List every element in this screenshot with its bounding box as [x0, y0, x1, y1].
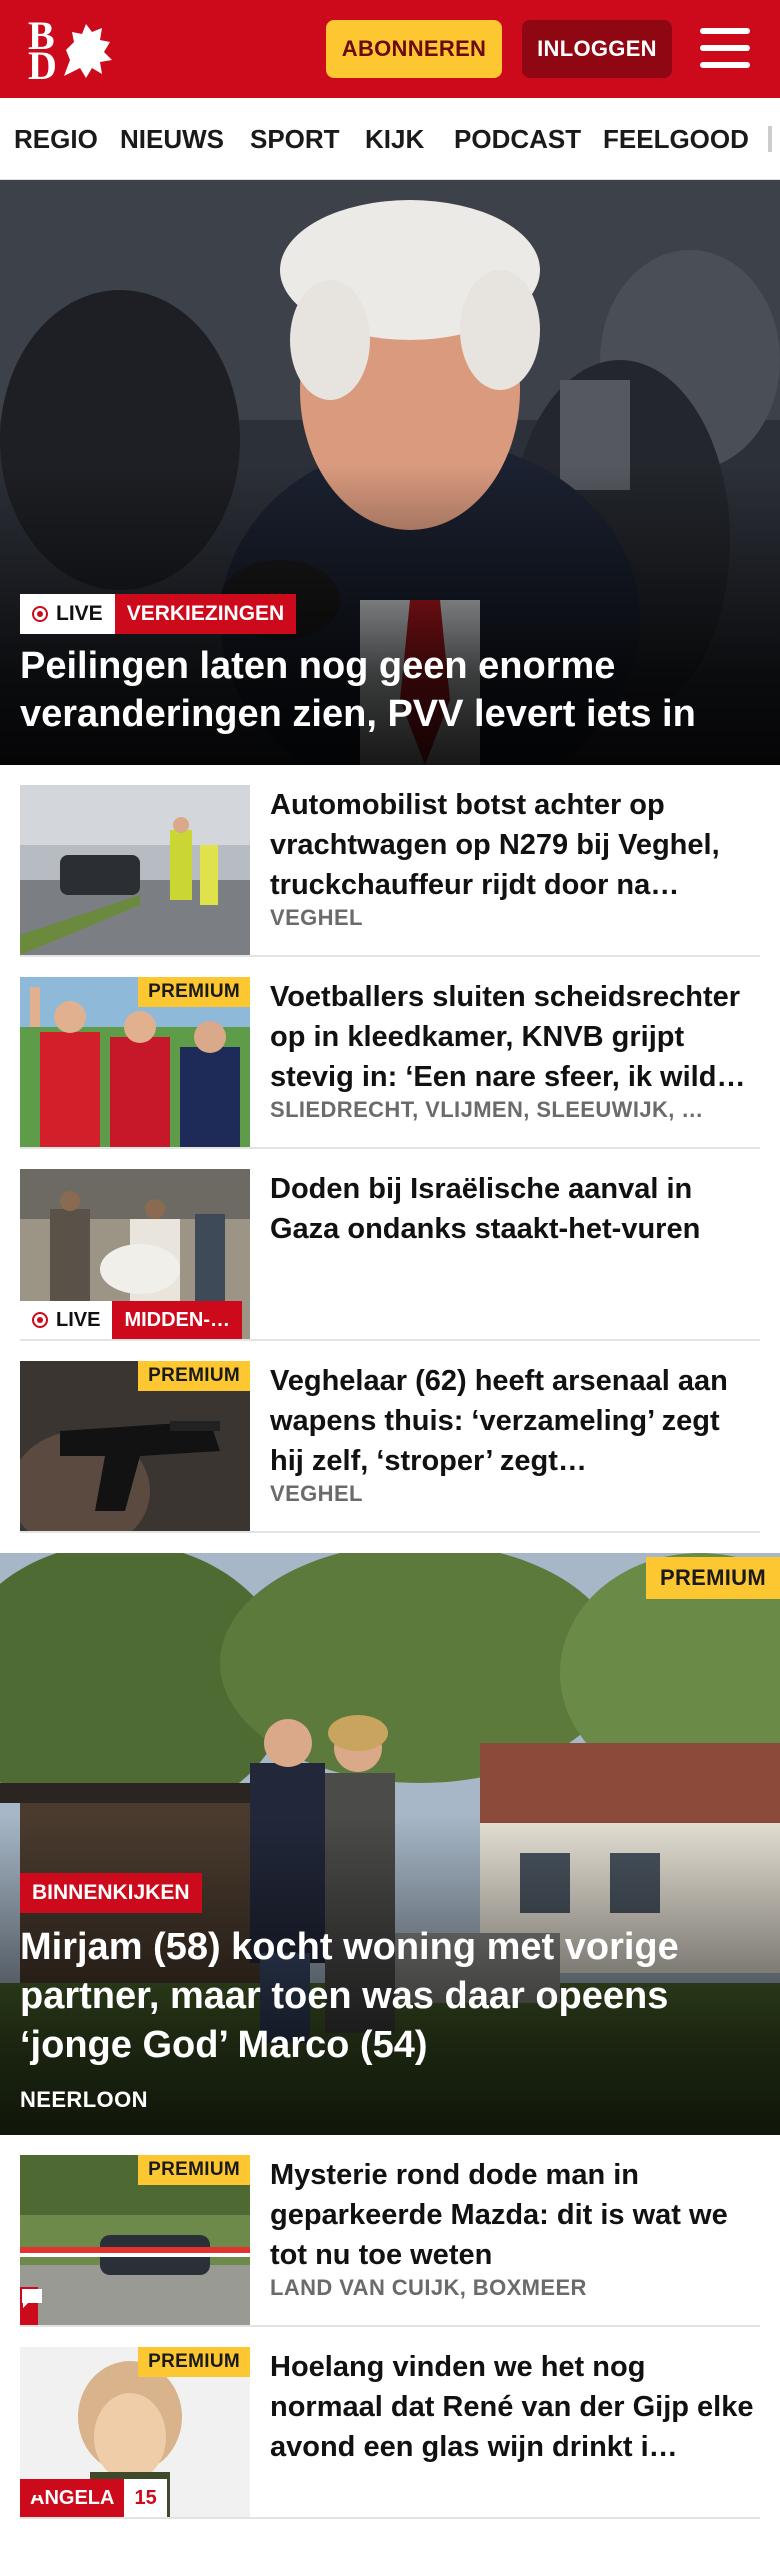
feature-title[interactable]: Mirjam (58) kocht woning met vorige part…	[20, 1923, 760, 2070]
article-location: LAND VAN CUIJK, BOXMEER	[270, 2275, 587, 2300]
live-dot-icon	[32, 606, 48, 622]
comment-icon	[20, 2287, 42, 2325]
live-badge: LIVE	[20, 594, 115, 634]
feature-location: NEERLOON	[20, 2087, 148, 2112]
premium-badge: PREMIUM	[646, 1557, 780, 1599]
live-badge: LIVE	[20, 1301, 113, 1339]
article-item[interactable]: PREMIUM Mysterie rond dode man in gepark…	[20, 2135, 760, 2327]
article-thumbnail: PREMIUM ANGELA 15	[20, 2347, 250, 2517]
article-title[interactable]: Doden bij Israëlische aanval in Gaza ond…	[270, 1169, 760, 1249]
live-label: LIVE	[56, 602, 103, 625]
article-thumbnail: PREMIUM	[20, 1361, 250, 1531]
featured-article[interactable]: PREMIUM BINNENKIJKEN Mirjam (58) kocht w…	[0, 1553, 780, 2135]
premium-badge: PREMIUM	[138, 2155, 250, 2185]
logo-letter-bottom: D	[28, 43, 57, 88]
article-title[interactable]: Mysterie rond dode man in geparkeerde Ma…	[270, 2155, 760, 2275]
lion-logo-icon	[64, 24, 112, 78]
nav-scroll-hint	[768, 126, 772, 152]
site-header: B D ABONNEREN INLOGGEN	[0, 0, 780, 98]
article-thumbnail: LIVE MIDDEN-…	[20, 1169, 250, 1339]
nav-item-kijk[interactable]: KIJK	[365, 98, 424, 179]
feature-category: BINNENKIJKEN	[20, 1873, 202, 1913]
nav-item-feelgood[interactable]: FEELGOOD	[603, 98, 749, 179]
article-title[interactable]: Voetballers sluiten scheidsrech­ter op i…	[270, 977, 760, 1097]
article-title[interactable]: Veghelaar (62) heeft arsenaal aan wapens…	[270, 1361, 760, 1481]
comments-badge[interactable]	[20, 2287, 42, 2325]
comment-count: 15	[134, 2486, 157, 2509]
article-thumbnail: PREMIUM	[20, 977, 250, 1147]
comments-count[interactable]: 15	[22, 2479, 167, 2517]
comment-icon	[22, 2481, 42, 2500]
premium-badge: PREMIUM	[138, 2347, 250, 2377]
nav-item-sport[interactable]: SPORT	[250, 98, 340, 179]
article-item[interactable]: PREMIUM ANGELA 15 Hoelang vinden we het …	[20, 2327, 760, 2519]
nav-item-podcast[interactable]: PODCAST	[454, 98, 581, 179]
login-button[interactable]: INLOGGEN	[522, 20, 672, 78]
nav-item-nieuws[interactable]: NIEUWS	[120, 98, 224, 179]
article-category: MIDDEN-…	[112, 1301, 242, 1339]
section-nav: REGIO NIEUWS SPORT KIJK PODCAST FEELGOOD	[0, 98, 780, 180]
article-thumbnail: PREMIUM	[20, 2155, 250, 2325]
nav-item-regio[interactable]: REGIO	[14, 98, 98, 179]
hamburger-menu-icon[interactable]	[700, 26, 752, 70]
hero-tags: LIVE VERKIEZINGEN	[20, 594, 297, 634]
premium-badge: PREMIUM	[138, 1361, 250, 1391]
article-item[interactable]: Automobilist botst achter op vrachtwagen…	[20, 765, 760, 957]
article-item[interactable]: PREMIUM Veghelaar (62) heeft arsenaal aa…	[20, 1341, 760, 1533]
live-label: LIVE	[56, 1308, 101, 1331]
article-location: VEGHEL	[270, 1481, 363, 1506]
hero-article[interactable]: LIVE VERKIEZINGEN Peilingen laten nog ge…	[0, 180, 780, 765]
thumbnail-tags: LIVE MIDDEN-…	[20, 1301, 242, 1339]
hero-category: VERKIEZINGEN	[114, 594, 297, 634]
article-item[interactable]: PREMIUM Voetballers sluiten scheidsrech­…	[20, 957, 760, 1149]
live-dot-icon	[32, 1312, 48, 1328]
crash-photo	[20, 785, 250, 955]
hero-title[interactable]: Peilingen laten nog geen enorme verander…	[20, 642, 760, 738]
article-location: VEGHEL	[270, 905, 363, 930]
article-title[interactable]: Hoelang vinden we het nog normaal dat Re…	[270, 2347, 760, 2467]
site-logo[interactable]: B D	[26, 16, 116, 88]
author-comments-tag[interactable]: ANGELA 15	[20, 2479, 167, 2517]
subscribe-button[interactable]: ABONNEREN	[326, 20, 502, 78]
article-thumbnail	[20, 785, 250, 955]
article-item[interactable]: LIVE MIDDEN-… Doden bij Israëlische aanv…	[20, 1149, 760, 1341]
premium-badge: PREMIUM	[138, 977, 250, 1007]
article-title[interactable]: Automobilist botst achter op vrachtwagen…	[270, 785, 760, 905]
article-location: SLIEDRECHT, VLIJMEN, SLEEUWIJK, …	[270, 1097, 704, 1122]
